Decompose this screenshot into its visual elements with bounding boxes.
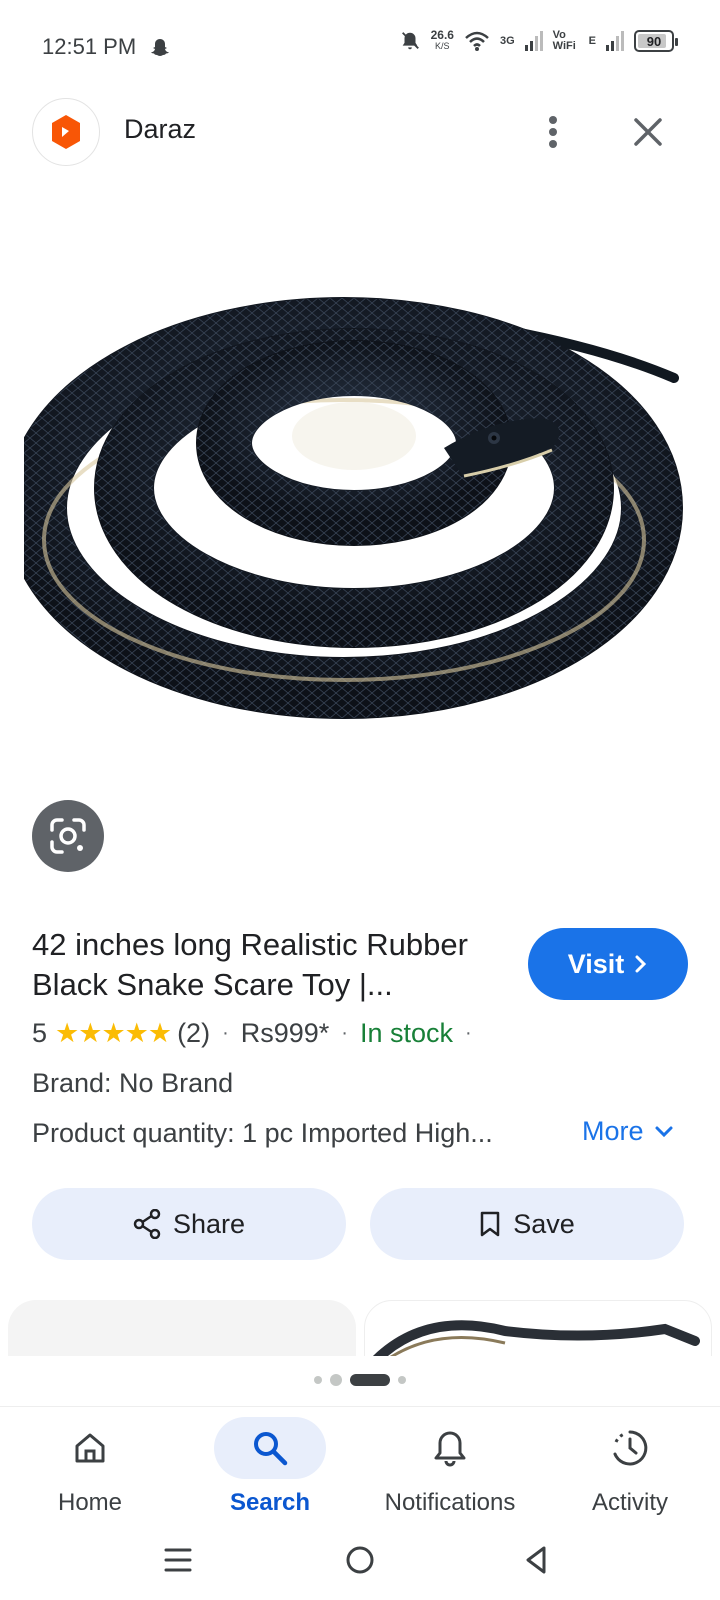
product-meta: 5 ★★★★★ (2) · Rs999* · In stock ·	[32, 1018, 484, 1049]
separator: ·	[341, 1022, 348, 1044]
quantity-info: Product quantity: 1 pc Imported High...	[32, 1118, 493, 1148]
google-lens-icon	[50, 818, 86, 854]
close-button[interactable]	[624, 110, 672, 154]
activity-icon	[613, 1430, 648, 1466]
status-time: 12:51 PM	[42, 34, 137, 59]
rating-stars: ★★★★★	[55, 1018, 172, 1048]
visit-label: Visit	[567, 948, 625, 979]
home-icon-wrap	[34, 1417, 146, 1479]
more-options-button[interactable]	[531, 110, 575, 154]
site-name: Daraz	[124, 114, 197, 144]
vowifi-label: Vo WiFi	[552, 29, 576, 52]
battery-icon: 90	[634, 30, 678, 52]
recents-button[interactable]	[156, 1540, 200, 1580]
snapchat-icon	[151, 39, 169, 56]
signal-icon-2	[606, 31, 624, 51]
image-pager	[0, 1374, 720, 1386]
nav-home[interactable]: Home	[0, 1417, 180, 1527]
visit-button[interactable]: Visit	[528, 928, 688, 1000]
nav-notifications[interactable]: Notifications	[360, 1417, 540, 1527]
save-button[interactable]: Save	[370, 1188, 684, 1260]
product-title[interactable]: 42 inches long Realistic Rubber Black Sn…	[32, 925, 512, 1005]
review-count: (2)	[177, 1018, 211, 1048]
related-product-image	[373, 1320, 700, 1356]
system-navigation	[0, 1526, 720, 1600]
home-icon	[75, 1433, 105, 1463]
bookmark-icon	[480, 1211, 500, 1237]
nav-activity[interactable]: Activity	[540, 1417, 720, 1527]
network-speed: 26.6 K/S	[430, 28, 454, 51]
daraz-logo[interactable]	[32, 98, 100, 166]
nav-label: Notifications	[384, 1489, 516, 1516]
nav-label: Home	[57, 1489, 123, 1516]
chevron-right-icon	[635, 955, 647, 973]
share-button[interactable]: Share	[32, 1188, 346, 1260]
brand-info: Brand: No Brand	[32, 1068, 234, 1098]
related-products	[0, 1300, 720, 1356]
pager-dot-active	[350, 1374, 390, 1386]
home-circle-icon	[346, 1546, 374, 1574]
related-card[interactable]	[364, 1300, 712, 1356]
pager-dot	[314, 1376, 322, 1384]
save-label: Save	[513, 1208, 575, 1239]
more-label: More	[582, 1116, 644, 1146]
close-icon	[634, 118, 662, 146]
share-label: Share	[172, 1208, 246, 1239]
back-button[interactable]	[514, 1540, 558, 1580]
chevron-down-icon	[655, 1126, 673, 1137]
status-bar: 12:51 PM 26.6 K/S 3G Vo WiFi E 90	[0, 0, 720, 96]
product-image[interactable]	[24, 268, 696, 748]
search-icon	[254, 1432, 288, 1466]
bell-icon	[434, 1431, 466, 1467]
lens-button[interactable]	[32, 800, 104, 872]
network-e-label: E	[588, 34, 596, 47]
more-vert-icon	[549, 116, 557, 148]
menu-lines-icon	[164, 1548, 192, 1572]
wifi-icon	[465, 31, 489, 51]
search-icon-wrap	[214, 1417, 326, 1479]
battery-level: 90	[646, 33, 662, 49]
home-button[interactable]	[338, 1540, 382, 1580]
separator: ·	[465, 1022, 472, 1044]
pager-dot	[330, 1374, 342, 1386]
nav-search[interactable]: Search	[180, 1417, 360, 1527]
status-icons: 26.6 K/S 3G Vo WiFi E 90	[399, 28, 678, 52]
price: Rs999*	[240, 1018, 330, 1048]
bell-icon-wrap	[394, 1417, 506, 1479]
daraz-logo-icon	[52, 115, 80, 149]
stock-status: In stock	[359, 1018, 454, 1048]
bell-muted-icon	[401, 32, 419, 50]
merchant-header: Daraz	[0, 96, 720, 168]
activity-icon-wrap	[574, 1417, 686, 1479]
nav-label: Activity	[591, 1489, 668, 1516]
back-triangle-icon	[526, 1546, 546, 1574]
network-3g-label: 3G	[499, 34, 515, 47]
rating-value: 5	[32, 1018, 48, 1048]
nav-label: Search	[229, 1489, 311, 1516]
separator: ·	[222, 1022, 229, 1044]
signal-icon	[524, 31, 543, 51]
more-button[interactable]: More	[582, 1116, 674, 1147]
share-icon	[133, 1209, 161, 1239]
bottom-navigation: Home Search Notifications Activity	[0, 1406, 720, 1526]
pager-dot	[398, 1376, 406, 1384]
related-card[interactable]	[8, 1300, 356, 1356]
